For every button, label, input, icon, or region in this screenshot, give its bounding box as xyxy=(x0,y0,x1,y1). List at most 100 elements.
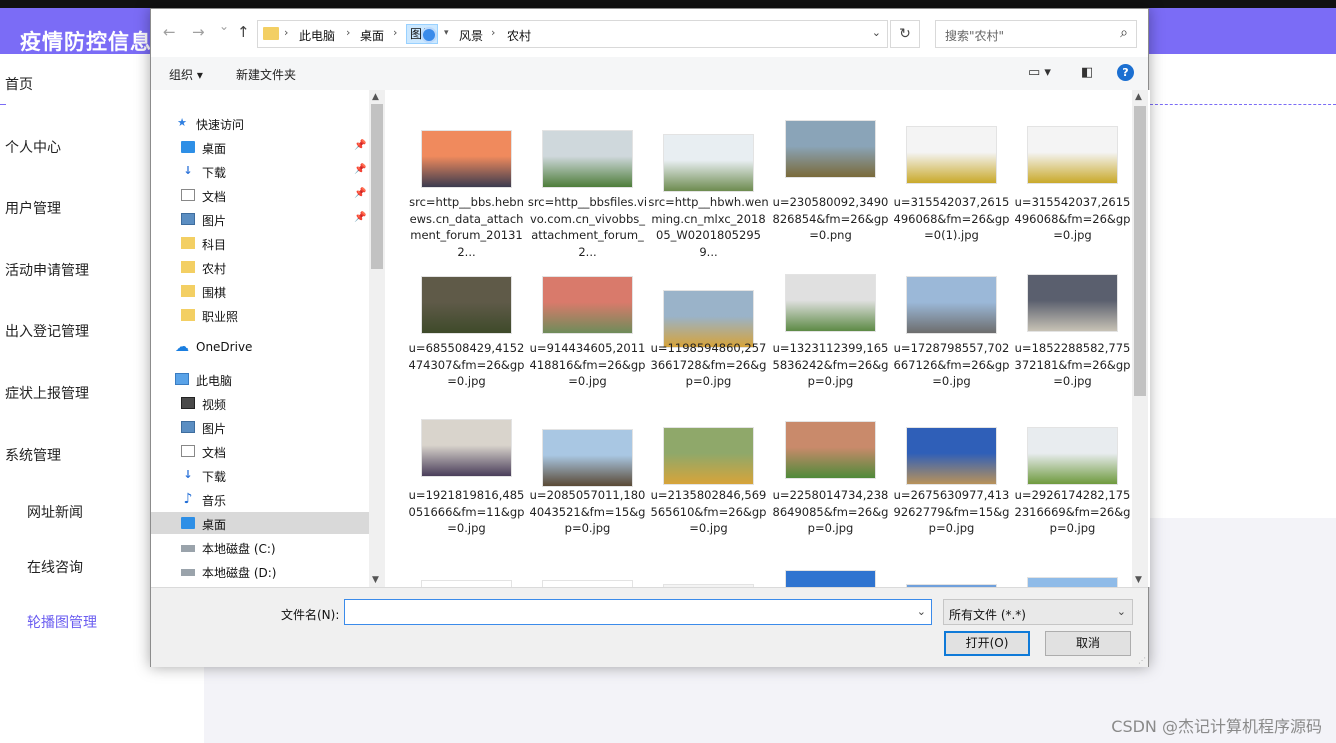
breadcrumb-separator[interactable]: › xyxy=(346,26,350,39)
nav-tree-item[interactable]: 图片 📌 xyxy=(151,208,369,230)
file-type-select[interactable]: 所有文件 (*.*) ⌄ xyxy=(943,599,1133,625)
image-thumbnail[interactable] xyxy=(1027,427,1118,485)
nav-tree-item[interactable]: 桌面 xyxy=(151,512,369,534)
image-thumbnail[interactable] xyxy=(1027,274,1118,332)
pin-icon[interactable]: 📌 xyxy=(354,140,366,151)
nav-tree-item[interactable]: 视频 xyxy=(151,392,369,414)
divider xyxy=(0,104,6,105)
sidebar-item-activity[interactable]: 活动申请管理 xyxy=(5,260,89,280)
nav-tree-item[interactable]: 图片 xyxy=(151,416,369,438)
recent-locations-icon[interactable]: ⌄ xyxy=(219,19,229,33)
scroll-thumb[interactable] xyxy=(1134,106,1146,396)
pin-icon[interactable]: 📌 xyxy=(354,212,366,223)
address-bar[interactable]: › 此电脑 › 桌面 › 图片 ▾ 风景 › 农村 ⌄ xyxy=(257,20,888,48)
image-thumbnail[interactable] xyxy=(542,130,633,188)
open-button[interactable]: 打开(O) xyxy=(944,631,1030,656)
preview-pane-icon[interactable]: ◧ xyxy=(1081,65,1093,80)
nav-tree-item[interactable]: ♪ 音乐 xyxy=(151,488,369,510)
help-icon[interactable]: ? xyxy=(1117,64,1134,81)
breadcrumb-desktop[interactable]: 桌面 xyxy=(360,27,384,44)
sidebar-item-profile[interactable]: 个人中心 xyxy=(5,137,61,157)
nav-tree-item[interactable]: 桌面 📌 xyxy=(151,136,369,158)
nav-tree-item[interactable]: ★ 快速访问 xyxy=(151,112,369,134)
nav-tree-item[interactable]: 围棋 xyxy=(151,280,369,302)
organize-button[interactable]: 组织 ▾ xyxy=(169,66,203,83)
sidebar-item-users[interactable]: 用户管理 xyxy=(5,198,61,218)
view-options-icon[interactable]: ▭ ▾ xyxy=(1028,65,1051,80)
nav-tree-item[interactable]: ↓ 下载 xyxy=(151,464,369,486)
image-thumbnail[interactable] xyxy=(906,427,997,485)
nav-tree-label: 围棋 xyxy=(202,286,227,300)
filename-input[interactable]: ⌄ xyxy=(344,599,932,625)
nav-tree-item[interactable]: 本地磁盘 (C:) xyxy=(151,536,369,558)
image-thumbnail[interactable] xyxy=(785,421,876,479)
chevron-down-icon[interactable]: ⌄ xyxy=(872,26,881,39)
scroll-down-icon[interactable]: ▼ xyxy=(1135,575,1142,585)
search-input[interactable]: 搜索"农村" xyxy=(945,27,1004,44)
chevron-down-icon[interactable]: ⌄ xyxy=(1117,605,1126,618)
sidebar-item-entry-log[interactable]: 出入登记管理 xyxy=(5,321,89,341)
search-box[interactable]: 搜索"农村" ⌕ xyxy=(935,20,1137,48)
chevron-down-icon[interactable]: ⌄ xyxy=(917,605,926,618)
resize-grip-icon[interactable]: ⋰ xyxy=(1138,656,1146,665)
sidebar-subitem-news[interactable]: 网址新闻 xyxy=(27,502,83,522)
desktop-icon xyxy=(181,517,195,529)
nav-tree-item[interactable]: 此电脑 xyxy=(151,368,369,390)
scroll-thumb[interactable] xyxy=(371,104,383,269)
file-type-value[interactable]: 所有文件 (*.*) xyxy=(949,606,1026,623)
nav-tree-item[interactable]: 文档 📌 xyxy=(151,184,369,206)
sidebar-item-system[interactable]: 系统管理 xyxy=(5,445,61,465)
image-thumbnail[interactable] xyxy=(421,276,512,334)
pin-icon[interactable]: 📌 xyxy=(354,164,366,175)
breadcrumb-village[interactable]: 农村 xyxy=(507,27,531,44)
image-thumbnail[interactable] xyxy=(906,126,997,184)
file-list-scrollbar[interactable]: ▲ ▼ xyxy=(1132,90,1148,587)
image-thumbnail[interactable] xyxy=(1027,126,1118,184)
scroll-down-icon[interactable]: ▼ xyxy=(372,575,379,585)
scroll-up-icon[interactable]: ▲ xyxy=(372,92,379,102)
nav-tree-item[interactable]: ↓ 下载 📌 xyxy=(151,160,369,182)
breadcrumb-separator[interactable]: › xyxy=(491,26,495,39)
pin-icon[interactable]: 📌 xyxy=(354,188,366,199)
navigation-scrollbar[interactable]: ▲ ▼ xyxy=(369,90,385,587)
image-thumbnail[interactable] xyxy=(421,130,512,188)
back-icon[interactable]: ← xyxy=(163,23,176,41)
image-thumbnail[interactable] xyxy=(663,134,754,192)
breadcrumb-separator[interactable]: › xyxy=(284,26,288,39)
image-thumbnail[interactable] xyxy=(906,276,997,334)
image-thumbnail[interactable] xyxy=(785,274,876,332)
forward-icon[interactable]: → xyxy=(192,23,205,41)
sidebar-item-symptoms[interactable]: 症状上报管理 xyxy=(5,383,89,403)
image-thumbnail[interactable] xyxy=(785,120,876,178)
image-thumbnail[interactable] xyxy=(542,276,633,334)
breadcrumb-this-pc[interactable]: 此电脑 xyxy=(299,27,335,44)
image-thumbnail[interactable] xyxy=(421,419,512,477)
nav-tree-item[interactable]: 职业照 xyxy=(151,304,369,326)
image-thumbnail[interactable] xyxy=(542,429,633,487)
up-icon[interactable]: ↑ xyxy=(237,23,250,41)
image-thumbnail[interactable] xyxy=(663,427,754,485)
cancel-button[interactable]: 取消 xyxy=(1045,631,1131,656)
search-icon[interactable]: ⌕ xyxy=(1120,25,1128,41)
nav-tree-item[interactable]: 文档 xyxy=(151,440,369,462)
nav-tree-item[interactable]: 农村 xyxy=(151,256,369,278)
chevron-down-icon[interactable]: ▾ xyxy=(444,28,449,38)
nav-tree-item[interactable]: ☁ OneDrive xyxy=(151,336,369,358)
breadcrumb-separator[interactable]: › xyxy=(393,26,397,39)
nav-tree-label: 音乐 xyxy=(202,494,227,508)
breadcrumb-scenery[interactable]: 风景 xyxy=(459,27,483,44)
refresh-button[interactable]: ↻ xyxy=(890,20,920,48)
new-folder-button[interactable]: 新建文件夹 xyxy=(236,66,296,83)
file-name: u=1921819816,485051666&fm=11&gp=0.jpg xyxy=(408,488,525,535)
sidebar-subitem-consult[interactable]: 在线咨询 xyxy=(27,557,83,577)
file-name: u=1198594860,2573661728&fm=26&gp=0.jpg xyxy=(650,341,767,388)
file-name: u=914434605,2011418816&fm=26&gp=0.jpg xyxy=(529,341,646,388)
scroll-up-icon[interactable]: ▲ xyxy=(1135,92,1142,102)
nav-tree-item[interactable]: 本地磁盘 (D:) xyxy=(151,560,369,582)
nav-tree-item[interactable]: 科目 xyxy=(151,232,369,254)
sidebar-subitem-carousel[interactable]: 轮播图管理 xyxy=(27,612,97,632)
navigation-pane[interactable]: ★ 快速访问 桌面 📌 ↓ 下载 📌 文档 📌 图片 📌 科目 农村 围棋 职业照 ☁ OneDrive 此电脑视… xyxy=(151,90,385,604)
file-list-pane[interactable]: src=http__bbs.hebnews.cn_data_attachment… xyxy=(386,90,1150,604)
file-name: u=2926174282,1752316669&fm=26&gp=0.jpg xyxy=(1014,488,1131,535)
sidebar-item-home[interactable]: 首页 xyxy=(5,74,33,94)
